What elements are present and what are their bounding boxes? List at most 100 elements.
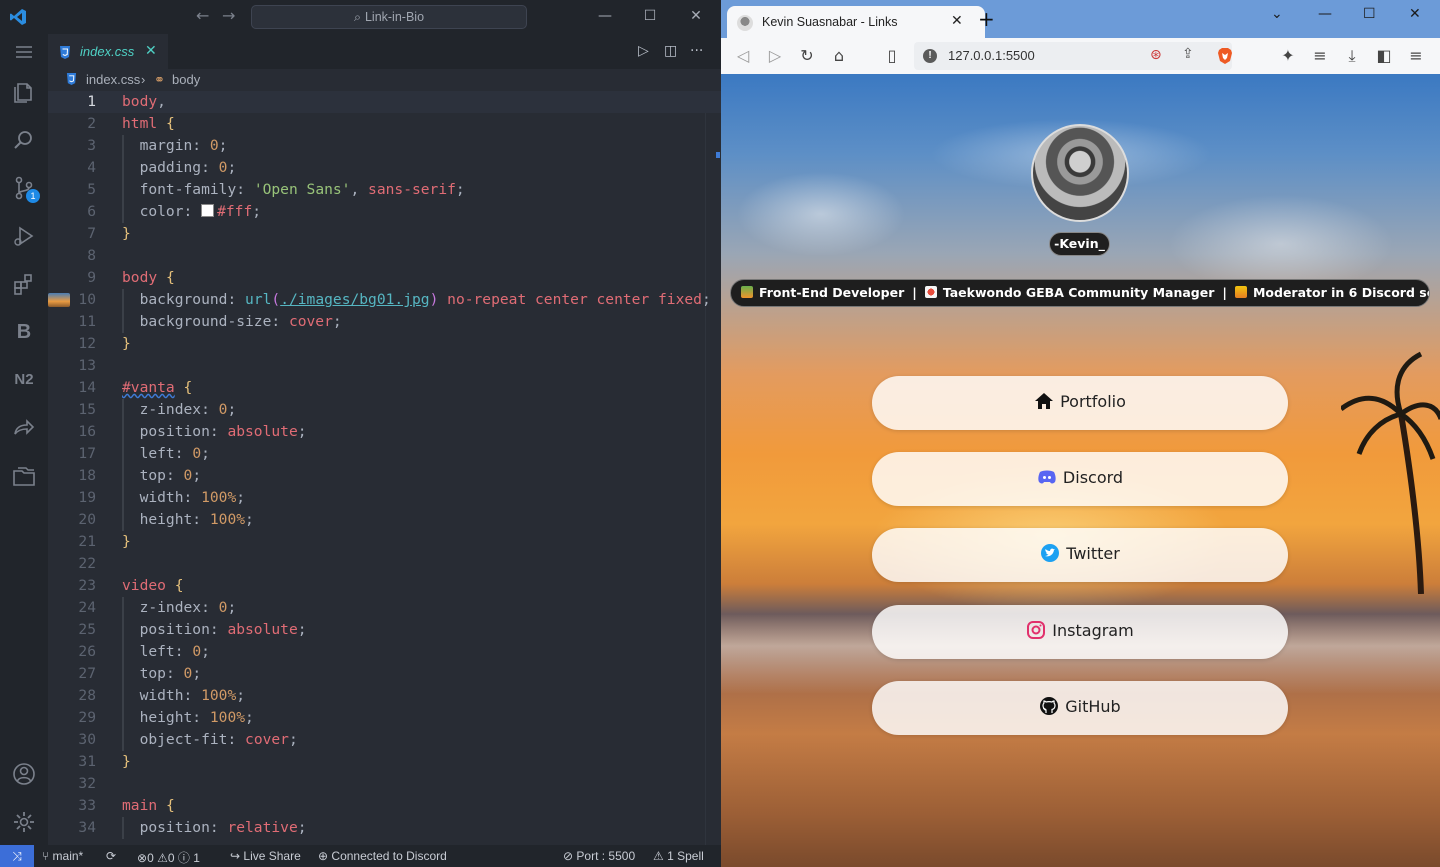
code-editor[interactable]: 1 body, 2 html { 3 margin: 0; 4 padding: 0… — [48, 91, 721, 845]
code-line: 30 object-fit: cover; — [48, 729, 721, 751]
sidebar-icon[interactable]: ◧ — [1374, 46, 1394, 66]
site-info-icon[interactable]: ! — [923, 49, 937, 63]
code-line: 33 main { — [78, 797, 175, 814]
new-tab-button[interactable]: + — [978, 9, 995, 29]
branch-status[interactable]: ⑂ main* — [42, 849, 83, 863]
code-line: 14 #vanta { — [78, 379, 193, 396]
address-bar[interactable]: ! 127.0.0.1:5500 ⊛ ⇪ — [914, 42, 1232, 70]
more-actions-icon[interactable]: ··· — [690, 43, 703, 59]
tab-label: index.css — [80, 44, 135, 59]
extensions-puzzle-icon[interactable]: ✦ — [1278, 46, 1298, 66]
maximize-button[interactable]: ☐ — [641, 7, 659, 25]
brave-shields-icon[interactable] — [1217, 47, 1233, 65]
vscode-logo-icon — [10, 9, 26, 25]
tab-title: Kevin Suasnabar - Links — [762, 15, 898, 29]
background-palm-tree — [1341, 351, 1440, 594]
twitter-link-button[interactable]: Twitter — [872, 528, 1288, 582]
extensions-icon[interactable] — [10, 270, 38, 298]
portfolio-link-button[interactable]: Portfolio — [872, 376, 1288, 430]
workspace-title: Link-in-Bio — [364, 10, 425, 24]
share-icon[interactable]: ⇪ — [1182, 46, 1194, 62]
close-tab-icon[interactable]: ✕ — [145, 43, 157, 59]
close-window-button[interactable]: ✕ — [687, 7, 705, 25]
tab-index-css[interactable]: index.css ✕ — [48, 34, 168, 69]
forward-icon[interactable]: ▷ — [765, 46, 785, 66]
command-center-search[interactable]: ⌕ Link-in-Bio — [251, 5, 527, 29]
live-server-port[interactable]: ⊘ Port : 5500 — [563, 849, 635, 863]
tab-search-chevron-icon[interactable]: ⌄ — [1271, 6, 1283, 22]
home-icon — [1035, 393, 1054, 409]
error-icon: ⊗ — [137, 851, 148, 865]
live-share-icon[interactable] — [10, 414, 38, 442]
browser-window: Kevin Suasnabar - Links ✕ + ⌄ — ☐ ✕ ◁ ▷ … — [721, 0, 1440, 867]
close-window-button[interactable]: ✕ — [1409, 6, 1421, 22]
explorer-icon[interactable] — [10, 78, 38, 106]
css-file-icon — [66, 73, 77, 85]
download-icon[interactable]: ⤓ — [1342, 46, 1362, 66]
run-icon[interactable]: ▷ — [638, 43, 649, 59]
close-tab-icon[interactable]: ✕ — [951, 13, 963, 29]
spell-status[interactable]: ⚠ 1 Spell — [653, 849, 704, 863]
code-line: 4 padding: 0; — [48, 157, 721, 179]
browser-toolbar: ◁ ▷ ↻ ⌂ ▯ ! 127.0.0.1:5500 ⊛ ⇪ ✦ ≡ ⤓ ◧ ≡ — [721, 38, 1440, 74]
instagram-link-button[interactable]: Instagram — [872, 605, 1288, 659]
warning-icon: ⚠ — [157, 851, 168, 865]
minimize-button[interactable]: — — [1318, 6, 1332, 22]
github-link-button[interactable]: GitHub — [872, 681, 1288, 735]
breadcrumb-file[interactable]: index.css — [86, 72, 140, 87]
code-line: 29 height: 100%; — [48, 707, 721, 729]
code-line: 7} — [87, 225, 131, 242]
bio-item: Front-End Developer — [759, 285, 905, 300]
code-line: 27 top: 0; — [48, 663, 721, 685]
menu-icon[interactable]: ≡ — [1406, 46, 1426, 66]
sync-icon[interactable]: ⟳ — [106, 849, 116, 863]
color-swatch[interactable] — [201, 204, 215, 217]
instagram-icon — [1027, 621, 1046, 639]
developer-emoji-icon — [741, 286, 753, 298]
code-line: 19 width: 100%; — [48, 487, 721, 509]
code-line: 3 margin: 0; — [48, 135, 721, 157]
problems-status[interactable]: ⊗0 ⚠0 ⓘ 1 — [137, 849, 200, 866]
back-icon[interactable]: ◁ — [733, 46, 753, 66]
favicon-icon — [737, 15, 753, 31]
broadcast-icon: ⊘ — [563, 849, 574, 863]
browser-tab-strip: Kevin Suasnabar - Links ✕ + ⌄ — ☐ ✕ — [721, 0, 1440, 38]
run-debug-icon[interactable] — [10, 222, 38, 250]
minimize-button[interactable]: — — [596, 7, 614, 25]
activity-bar: B N2 — [0, 34, 48, 845]
url-text: 127.0.0.1:5500 — [948, 48, 1035, 63]
code-line: 17 left: 0; — [48, 443, 721, 465]
project-manager-icon[interactable] — [10, 462, 38, 490]
code-line: 23 video { — [78, 577, 184, 594]
n2-extension-icon[interactable]: N2 — [10, 366, 38, 394]
split-editor-icon[interactable]: ◫ — [664, 43, 677, 59]
taekwondo-emoji-icon — [924, 286, 937, 298]
settings-gear-icon[interactable] — [10, 808, 38, 836]
code-line: 22 — [78, 555, 96, 572]
search-sidebar-icon[interactable] — [10, 126, 38, 154]
code-line: 12} — [78, 335, 131, 352]
discord-link-button[interactable]: Discord — [872, 452, 1288, 506]
maximize-button[interactable]: ☐ — [1363, 6, 1376, 22]
shields-blocked-icon[interactable]: ⊛ — [1150, 47, 1162, 63]
code-line: 20 height: 100%; — [48, 509, 721, 531]
home-icon[interactable]: ⌂ — [829, 46, 849, 66]
account-icon[interactable] — [10, 760, 38, 788]
reload-icon[interactable]: ↻ — [797, 46, 817, 66]
code-line: 16 position: absolute; — [48, 421, 721, 443]
code-line: 32 — [78, 775, 96, 792]
live-share-status[interactable]: ↪ Live Share — [230, 849, 301, 863]
remote-indicator-icon[interactable]: ⤨ — [0, 845, 34, 867]
browser-tab[interactable]: Kevin Suasnabar - Links ✕ — [727, 6, 985, 38]
menu-icon[interactable] — [10, 38, 38, 66]
discord-status[interactable]: ⊕ Connected to Discord — [318, 849, 447, 863]
bookmark-icon[interactable]: ▯ — [882, 46, 902, 66]
bio-item: Taekwondo GEBA Community Manager — [942, 285, 1215, 300]
breadcrumb-symbol[interactable]: body — [172, 72, 200, 87]
code-line: 11 background-size: cover; — [48, 311, 721, 333]
playlist-icon[interactable]: ≡ — [1310, 46, 1330, 66]
branch-name: main* — [52, 849, 84, 863]
bootstrap-icon[interactable]: B — [10, 318, 38, 346]
back-arrow-icon[interactable]: ← — [196, 6, 209, 25]
forward-arrow-icon[interactable]: → — [222, 6, 235, 25]
